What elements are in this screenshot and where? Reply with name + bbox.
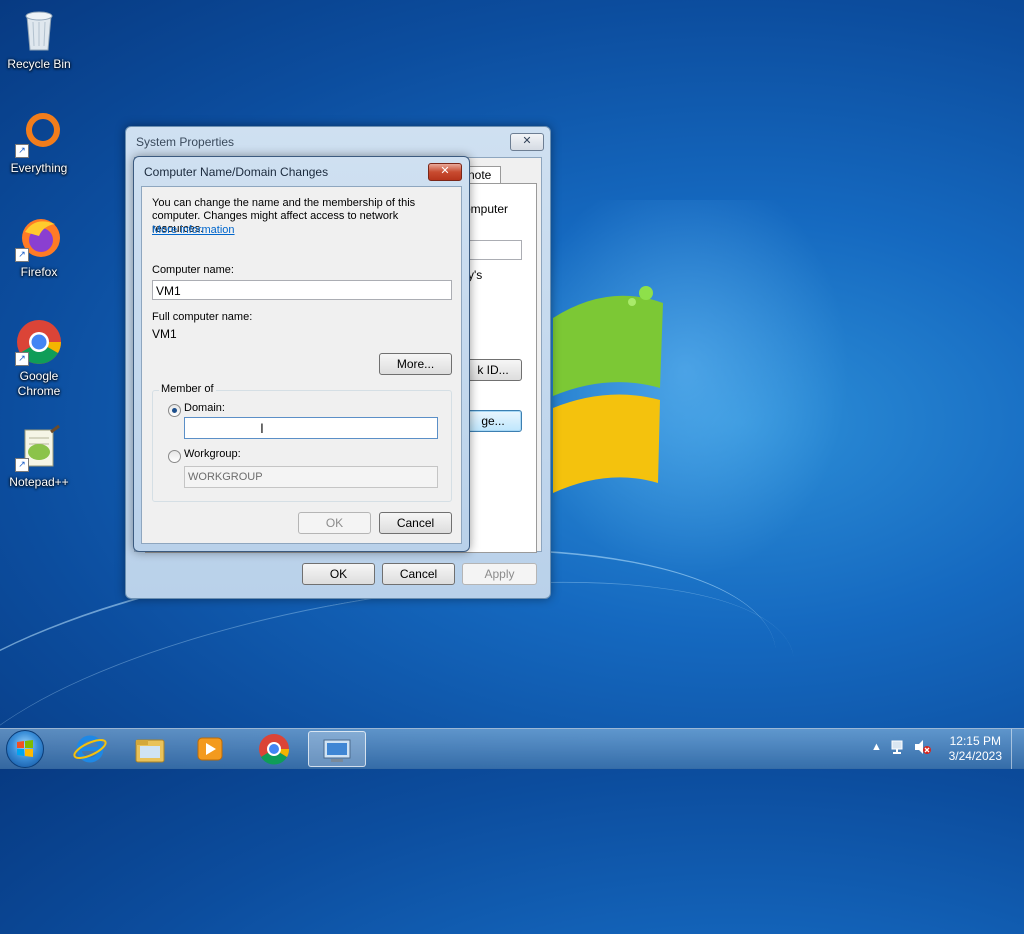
chrome-icon <box>259 734 290 765</box>
network-icon[interactable] <box>890 738 908 759</box>
computer-name-dialog[interactable]: Computer Name/Domain Changes ✕ You can c… <box>133 156 470 552</box>
taskbar-media-player[interactable] <box>182 731 238 767</box>
computer-name-input[interactable]: VM1 <box>152 280 452 300</box>
taskbar-chrome[interactable] <box>246 731 302 767</box>
clock-date: 3/24/2023 <box>948 749 1002 763</box>
desktop-icon-google-chrome[interactable]: ↗ Google Chrome <box>1 318 77 399</box>
taskbar-file-explorer[interactable] <box>122 731 178 767</box>
tab-remote[interactable]: note <box>465 166 501 184</box>
window-title: System Properties <box>136 135 235 149</box>
taskbar-system-properties[interactable] <box>308 731 366 767</box>
computer-name-label: Computer name: <box>152 264 234 276</box>
internet-explorer-icon <box>73 735 107 763</box>
media-player-icon <box>197 737 223 761</box>
recycle-bin-icon <box>15 6 63 54</box>
shortcut-arrow-icon: ↗ <box>15 248 29 262</box>
show-desktop-button[interactable] <box>1011 729 1024 769</box>
cancel-button[interactable]: Cancel <box>379 512 452 534</box>
file-explorer-icon <box>135 739 165 763</box>
desktop-icon-label: Everything <box>10 161 68 175</box>
member-of-label: Member of <box>159 383 216 395</box>
apply-button[interactable]: Apply <box>462 563 537 585</box>
start-button[interactable] <box>6 730 44 768</box>
network-id-button[interactable]: k ID... <box>464 359 522 381</box>
chrome-icon: ↗ <box>15 318 63 366</box>
full-computer-name-label: Full computer name: <box>152 311 253 323</box>
domain-radio[interactable] <box>168 404 181 417</box>
full-computer-name-value: VM1 <box>152 327 177 341</box>
desktop-icon-label: Google Chrome <box>17 369 61 398</box>
description-field[interactable] <box>466 240 522 260</box>
dialog-title: Computer Name/Domain Changes <box>144 165 329 179</box>
workgroup-label: Workgroup: <box>184 448 241 460</box>
ok-button[interactable]: OK <box>302 563 375 585</box>
more-information-link[interactable]: More information <box>152 224 235 236</box>
dialog-client: You can change the name and the membersh… <box>141 186 462 544</box>
desktop-icon-label: Firefox <box>20 265 58 279</box>
workgroup-input[interactable]: WORKGROUP <box>184 466 438 488</box>
system-properties-icon <box>323 739 351 762</box>
cancel-button[interactable]: Cancel <box>382 563 455 585</box>
text-cursor-icon: I <box>260 420 264 436</box>
workgroup-radio[interactable] <box>168 450 181 463</box>
everything-icon: ↗ <box>15 110 63 158</box>
desktop-icon-recycle-bin[interactable]: Recycle Bin <box>1 6 77 72</box>
windows-flag-icon <box>17 740 33 757</box>
taskbar-internet-explorer[interactable] <box>62 731 118 767</box>
domain-input[interactable] <box>184 417 438 439</box>
close-icon[interactable]: ✕ <box>510 133 544 151</box>
close-icon[interactable]: ✕ <box>428 163 462 181</box>
more-button[interactable]: More... <box>379 353 452 375</box>
desktop-icon-firefox[interactable]: ↗ Firefox <box>1 214 77 280</box>
shortcut-arrow-icon: ↗ <box>15 458 29 472</box>
desktop-icon-label: Notepad++ <box>9 475 69 489</box>
taskbar-clock[interactable]: 12:15 PM 3/24/2023 <box>949 734 1002 764</box>
shortcut-arrow-icon: ↗ <box>15 352 29 366</box>
change-button[interactable]: ge... <box>464 410 522 432</box>
firefox-icon: ↗ <box>15 214 63 262</box>
desktop-icon-label: Recycle Bin <box>7 57 71 71</box>
notepadpp-icon: ↗ <box>15 424 63 472</box>
show-hidden-icons-button[interactable]: ▲ <box>871 741 882 753</box>
shortcut-arrow-icon: ↗ <box>15 144 29 158</box>
domain-label: Domain: <box>184 402 225 414</box>
desktop-icon-notepadpp[interactable]: ↗ Notepad++ <box>1 424 77 490</box>
ok-button[interactable]: OK <box>298 512 371 534</box>
description-fragment: omputer <box>464 202 509 216</box>
clock-time: 12:15 PM <box>949 734 1001 748</box>
volume-muted-icon[interactable] <box>913 738 931 759</box>
taskbar: ▲ 12:15 PM 3/24/2023 <box>0 728 1024 769</box>
windows-logo-wallpaper <box>553 286 663 493</box>
desktop-icon-everything[interactable]: ↗ Everything <box>1 110 77 176</box>
